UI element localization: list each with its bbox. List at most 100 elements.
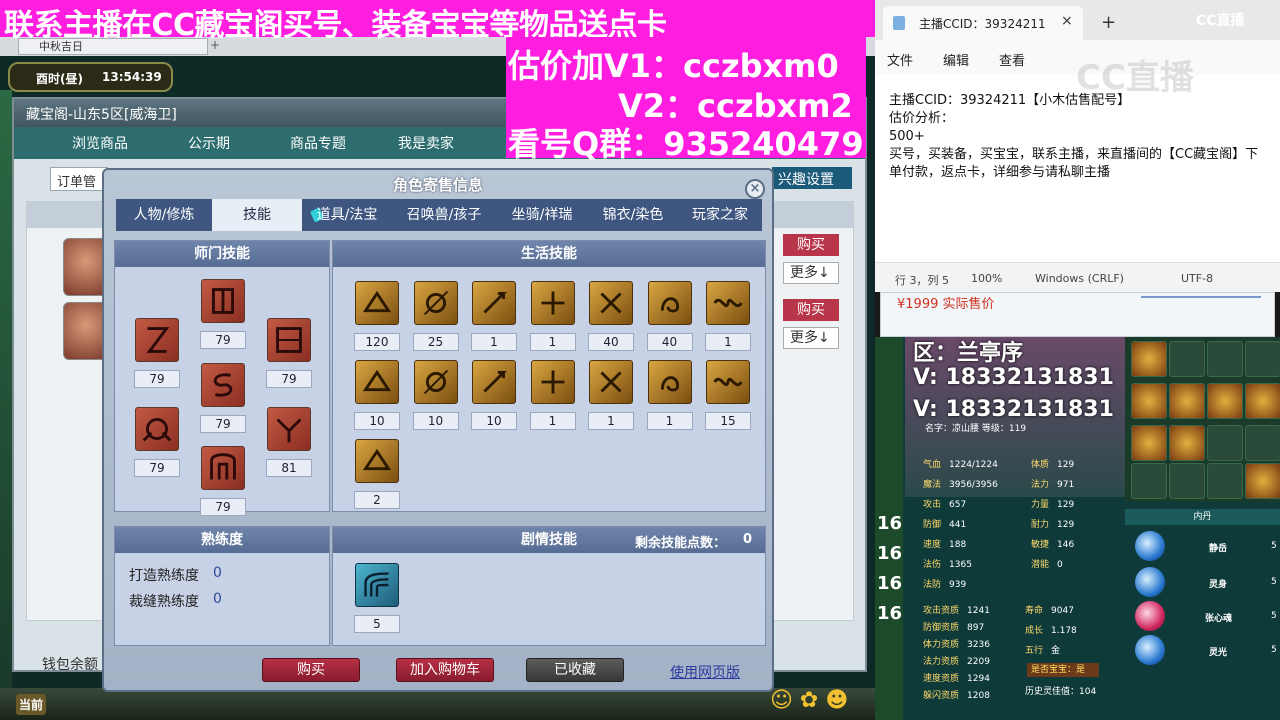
life-skill-icon[interactable]: [706, 360, 750, 404]
equipment-slot[interactable]: [1245, 463, 1280, 499]
listing-buy-button[interactable]: 购买: [783, 299, 839, 321]
equipment-slot[interactable]: [1169, 341, 1205, 377]
equipment-slot[interactable]: [1131, 463, 1167, 499]
tab-home[interactable]: 玩家之家: [678, 199, 762, 231]
life-skill-icon[interactable]: [530, 281, 575, 325]
school-skill-level: 81: [266, 459, 312, 477]
pet-attribute-value: 3236: [967, 640, 990, 650]
encoding: UTF-8: [1181, 272, 1214, 285]
current-channel-button[interactable]: 当前: [16, 694, 47, 715]
life-skill-icon[interactable]: [413, 281, 458, 325]
life-skill-icon[interactable]: [647, 281, 692, 325]
neidan-name: 灵身: [1209, 580, 1228, 590]
order-manage-button[interactable]: 订单管: [50, 167, 108, 191]
tab-skills[interactable]: 技能: [212, 199, 302, 231]
tab-items[interactable]: 道具/法宝: [302, 199, 392, 231]
equipment-slot[interactable]: [1207, 463, 1243, 499]
pet-attribute: 法力资质 2209: [923, 654, 990, 667]
equipment-slot[interactable]: [1169, 463, 1205, 499]
notepad-tab[interactable]: 主播CCID：39324211 ×: [883, 6, 1083, 40]
life-skill-level: 1: [529, 333, 576, 351]
interest-setting-button[interactable]: 兴趣设置: [772, 167, 852, 189]
equipment-slot[interactable]: [1169, 425, 1205, 461]
menu-view[interactable]: 查看: [999, 50, 1025, 69]
zoom-level: 100%: [971, 272, 1003, 285]
new-tab-icon[interactable]: +: [1101, 12, 1116, 33]
pet-attribute-key: 法防: [923, 580, 942, 590]
nav-public[interactable]: 公示期: [188, 133, 230, 153]
listing-buy-button[interactable]: 购买: [783, 234, 839, 256]
listing-more-button[interactable]: 更多↓: [783, 327, 839, 349]
life-skill-icon[interactable]: [355, 281, 399, 325]
collected-button[interactable]: 已收藏: [526, 658, 624, 682]
equipment-slot[interactable]: [1207, 383, 1243, 419]
add-to-cart-button[interactable]: 加入购物车: [396, 658, 494, 682]
life-skill-level: 1: [471, 333, 517, 351]
equipment-slot[interactable]: [1207, 425, 1243, 461]
pet-attribute-key: 成长: [1025, 626, 1044, 636]
school-skill-icon[interactable]: [135, 318, 179, 362]
history-label: 历史灵佳值：104: [1025, 687, 1097, 697]
life-skill-icon[interactable]: [647, 360, 692, 404]
equipment-slot[interactable]: [1131, 341, 1167, 377]
web-version-link[interactable]: 使用网页版: [670, 662, 740, 682]
story-skill-level: 5: [354, 615, 400, 633]
shop-price-strip: ¥1999 实际售价: [880, 292, 1275, 337]
nav-browse[interactable]: 浏览商品: [72, 133, 128, 153]
life-skill-icon[interactable]: [413, 360, 458, 404]
story-skills-panel: 剧情技能 剩余技能点数： 0 5: [332, 526, 766, 646]
menu-file[interactable]: 文件: [887, 50, 913, 69]
tab-outfits[interactable]: 锦衣/染色: [588, 199, 678, 231]
neidan-orb-icon[interactable]: [1135, 567, 1165, 597]
tab-character[interactable]: 人物/修炼: [116, 199, 212, 231]
menu-edit[interactable]: 编辑: [943, 50, 969, 69]
neidan-title: 内丹: [1125, 509, 1280, 525]
equipment-slot[interactable]: [1131, 383, 1167, 419]
school-skill-icon[interactable]: [267, 407, 311, 451]
school-skills-title: 师门技能: [115, 241, 329, 267]
tab-mounts[interactable]: 坐骑/祥瑞: [496, 199, 588, 231]
nav-topics[interactable]: 商品专题: [290, 133, 346, 153]
life-skill-icon[interactable]: [355, 360, 399, 404]
listing-more-button[interactable]: 更多↓: [783, 262, 839, 284]
equipment-slot[interactable]: [1245, 341, 1280, 377]
school-skill-icon[interactable]: [201, 363, 245, 407]
life-skill-level: 1: [646, 412, 693, 430]
school-skill-icon[interactable]: [201, 279, 245, 323]
life-skill-icon[interactable]: [472, 360, 516, 404]
neidan-orb-icon[interactable]: [1135, 601, 1165, 631]
school-skill-icon[interactable]: [201, 446, 245, 490]
notepad-text-area[interactable]: 主播CCID：39324211【小木估售配号】 估价分析： 500+ 买号，买装…: [875, 74, 1280, 262]
side-number: 16: [877, 603, 903, 624]
neidan-orb-icon[interactable]: [1135, 531, 1165, 561]
story-skills-title: 剧情技能: [521, 532, 577, 548]
life-skill-icon[interactable]: [472, 281, 516, 325]
promo-line-3: 看号Q群：935240479: [508, 125, 864, 163]
life-skill-icon[interactable]: [589, 360, 633, 404]
life-skill-icon[interactable]: [530, 360, 575, 404]
pet-attribute-key: 魔法: [923, 480, 942, 490]
notepad-tab-title: 主播CCID：39324211: [919, 17, 1046, 31]
equipment-slot[interactable]: [1245, 383, 1280, 419]
cursor-position: 行 3，列 5: [895, 274, 949, 287]
equipment-slot[interactable]: [1245, 425, 1280, 461]
school-skill-icon[interactable]: [267, 318, 311, 362]
pet-attribute-value: 1224/1224: [949, 460, 998, 470]
note-line: 估价分析：: [889, 111, 955, 126]
pet-attribute-value: 441: [949, 520, 967, 530]
equipment-slot[interactable]: [1131, 425, 1167, 461]
equipment-slot[interactable]: [1169, 383, 1205, 419]
school-skill-icon[interactable]: [135, 407, 179, 451]
bottom-toolbar-icons[interactable]: ☺ ✿ ☻: [770, 688, 848, 713]
nav-seller[interactable]: 我是卖家: [398, 133, 454, 153]
close-icon[interactable]: ×: [745, 179, 765, 199]
equipment-slot[interactable]: [1207, 341, 1243, 377]
life-skill-icon[interactable]: [355, 439, 399, 483]
tab-pets[interactable]: 召唤兽/孩子: [392, 199, 496, 231]
story-skill-icon[interactable]: [355, 563, 399, 607]
life-skill-icon[interactable]: [706, 281, 750, 325]
life-skill-icon[interactable]: [589, 281, 633, 325]
close-icon[interactable]: ×: [1061, 13, 1073, 29]
buy-button[interactable]: 购买: [262, 658, 360, 682]
neidan-orb-icon[interactable]: [1135, 635, 1165, 665]
